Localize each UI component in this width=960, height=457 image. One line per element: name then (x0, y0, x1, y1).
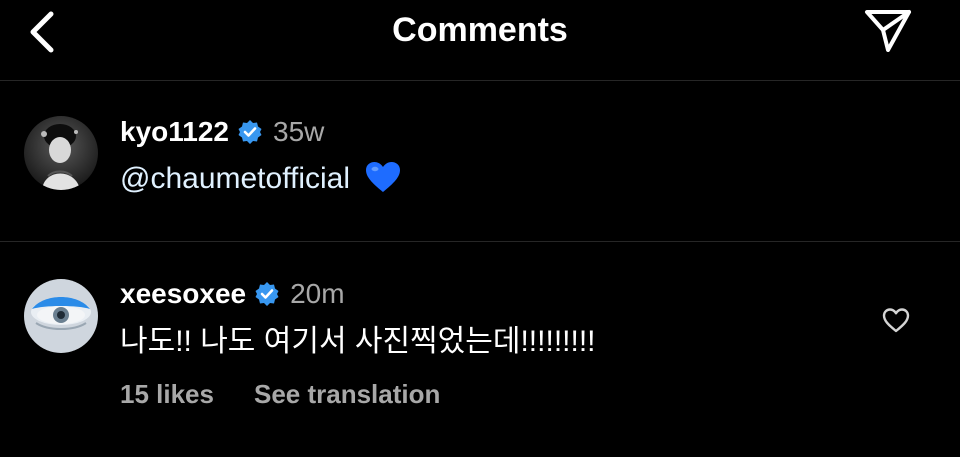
likes-count-link[interactable]: 15 likes (120, 378, 214, 410)
comment-actions: 15 likes See translation (120, 378, 440, 410)
comment-item: kyo1122 35w @chaumetofficial (0, 80, 960, 242)
comments-header: Comments (0, 0, 960, 81)
mention-link[interactable]: @chaumetofficial (120, 162, 350, 195)
comment-timestamp: 35w (273, 116, 325, 147)
avatar[interactable] (24, 116, 98, 190)
comment-item: xeesoxee 20m 나도!! 나도 여기서 사진찍었는데!!!!!!!!!… (0, 242, 960, 457)
comment-text: 나도!! 나도 여기서 사진찍었는데!!!!!!!!! (120, 325, 596, 358)
heart-outline-icon (882, 308, 910, 333)
comment-meta: kyo1122 35w (120, 114, 324, 150)
see-translation-link[interactable]: See translation (254, 378, 440, 410)
paper-plane-icon (865, 10, 911, 52)
page-title: Comments (392, 11, 568, 49)
avatar[interactable] (24, 279, 98, 353)
blue-heart-icon (366, 162, 401, 192)
comment-meta: xeesoxee 20m (120, 276, 345, 312)
comment-timestamp: 20m (290, 278, 345, 309)
username[interactable]: kyo1122 (120, 114, 229, 150)
verified-badge-icon (255, 282, 279, 306)
share-button[interactable] (862, 6, 914, 54)
like-comment-button[interactable] (878, 302, 914, 338)
username[interactable]: xeesoxee (120, 276, 246, 312)
verified-badge-icon (238, 120, 262, 144)
comment-text: @chaumetofficial (120, 159, 402, 199)
